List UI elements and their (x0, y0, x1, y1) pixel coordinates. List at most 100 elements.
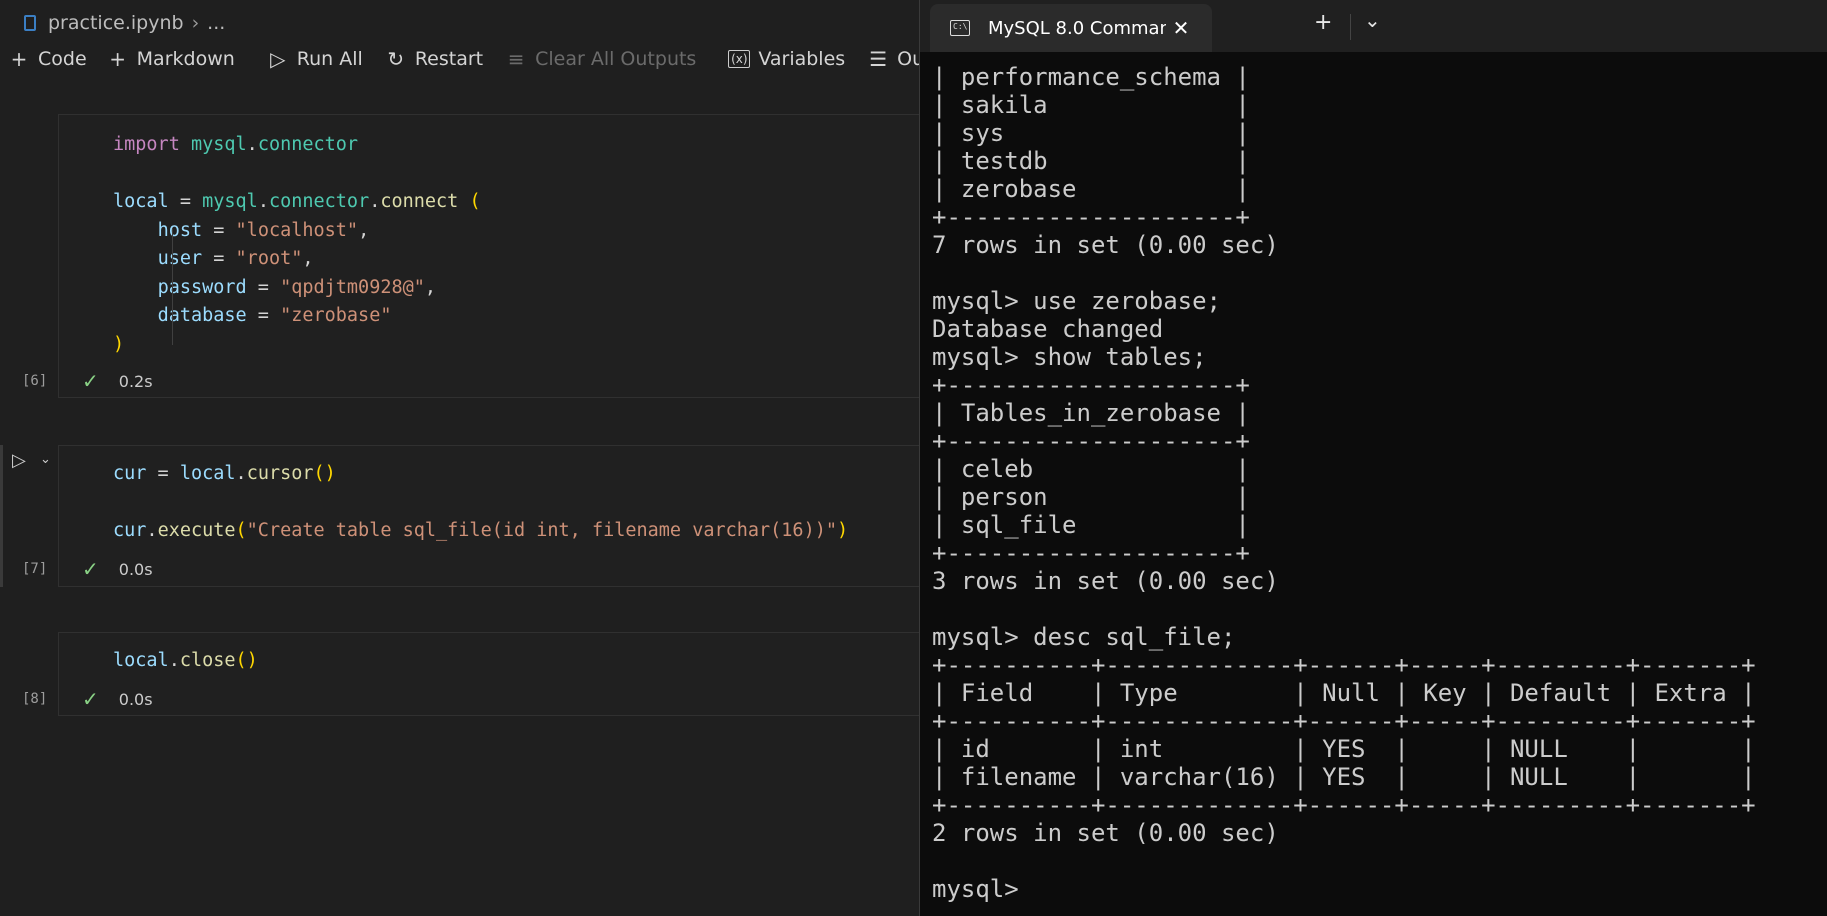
check-icon: ✓ (82, 687, 99, 711)
token: , (424, 276, 437, 298)
variables-button[interactable]: (x) Variables (728, 48, 845, 70)
plus-icon: + (109, 47, 127, 71)
terminal-tab-title: MySQL 8.0 Command Line Clie (988, 17, 1166, 39)
outline-icon: ☰ (869, 47, 888, 71)
token: local (179, 463, 236, 484)
variables-icon: (x) (728, 50, 751, 68)
token: = (246, 305, 281, 326)
token: . (369, 191, 381, 212)
run-all-icon: ▷ (270, 47, 286, 71)
token: user (157, 248, 203, 269)
cell-3-status: ✓ 0.0s (58, 684, 153, 714)
run-cell-button[interactable]: ▷ (12, 450, 26, 471)
cell-1-source[interactable]: import mysql.connector local = mysql.con… (59, 115, 919, 359)
token: () (235, 650, 258, 671)
add-markdown-label: Markdown (136, 48, 235, 70)
execution-count: [7] (22, 561, 48, 577)
new-tab-button[interactable]: + (1314, 10, 1332, 35)
outline-button[interactable]: ☰ Outlir (867, 47, 919, 71)
restart-label: Restart (414, 48, 484, 70)
breadcrumb: practice.ipynb › ... (0, 0, 919, 46)
token: connect (380, 191, 459, 212)
token: "localhost" (235, 219, 359, 241)
terminal-tab[interactable]: C:\ MySQL 8.0 Command Line Clie ✕ (930, 4, 1212, 52)
variables-label: Variables (758, 48, 846, 70)
token: local (113, 191, 169, 212)
cell-3-source[interactable]: local.close() (59, 633, 919, 676)
token: () (313, 463, 336, 484)
token: "root" (235, 248, 303, 269)
execution-time: 0.0s (118, 559, 153, 579)
indent-guide (172, 228, 173, 345)
terminal-tab-bar: C:\ MySQL 8.0 Command Line Clie ✕ + ⌄ (920, 0, 1827, 52)
clear-all-outputs-button[interactable]: ≡ Clear All Outputs (505, 47, 697, 71)
token: password (157, 276, 247, 298)
code-cell-3[interactable]: local.close() (58, 632, 919, 716)
token: ( (235, 520, 247, 541)
close-icon[interactable]: ✕ (1166, 16, 1196, 40)
add-code-label: Code (38, 48, 87, 70)
add-code-cell-button[interactable]: + Code (8, 47, 87, 71)
notebook-editor: practice.ipynb › ... + Code + Markdown ▷… (0, 0, 919, 916)
token: , (302, 248, 314, 269)
terminal-output[interactable]: | performance_schema | | sakila | | sys … (932, 63, 1756, 903)
token: connector (268, 191, 370, 212)
token: "zerobase" (280, 305, 392, 326)
breadcrumb-file[interactable]: practice.ipynb (48, 12, 184, 34)
chevron-down-icon[interactable]: ⌄ (1364, 8, 1381, 32)
token: ) (836, 520, 849, 541)
token: ) (113, 333, 125, 355)
token: , (358, 219, 370, 241)
execution-time: 0.0s (118, 689, 153, 709)
breadcrumb-more[interactable]: ... (207, 12, 225, 34)
outline-label: Outlir (897, 48, 919, 70)
run-all-label: Run All (296, 48, 363, 70)
token: = (202, 219, 236, 241)
plus-icon: + (10, 47, 28, 71)
cell-1-status: ✓ 0.2s (58, 366, 153, 396)
active-cell-indicator (0, 445, 3, 587)
token: mysql (190, 134, 247, 155)
token: = (168, 191, 203, 212)
notebook-toolbar: + Code + Markdown ▷ Run All ↻ Restart ≡ … (0, 46, 919, 72)
token: "qpdjtm0928@" (280, 276, 425, 298)
cell-2-source[interactable]: cur = local.cursor() cur.execute("Create… (59, 446, 919, 546)
token: "Create table sql_file(id int, filename … (246, 520, 837, 541)
token: = (246, 276, 281, 298)
token: . (246, 134, 258, 155)
add-markdown-cell-button[interactable]: + Markdown (107, 47, 235, 71)
chevron-right-icon: › (191, 12, 200, 34)
token: cur (113, 520, 147, 541)
code-cell-1[interactable]: import mysql.connector local = mysql.con… (58, 114, 919, 398)
token: execute (157, 520, 236, 541)
token: mysql (202, 191, 258, 212)
run-all-button[interactable]: ▷ Run All (267, 47, 363, 71)
token: connector (257, 134, 359, 155)
cell-2-status: ✓ 0.0s (58, 554, 153, 584)
execution-count: [8] (22, 691, 48, 707)
terminal-window: C:\ MySQL 8.0 Command Line Clie ✕ + ⌄ | … (919, 0, 1827, 916)
token: = (202, 248, 236, 269)
command-prompt-icon: C:\ (950, 20, 970, 36)
token: import (113, 134, 180, 155)
check-icon: ✓ (82, 369, 99, 393)
token: . (257, 191, 269, 212)
check-icon: ✓ (82, 557, 99, 581)
clear-all-outputs-label: Clear All Outputs (535, 48, 697, 70)
token: local (113, 650, 169, 671)
execution-time: 0.2s (118, 371, 153, 391)
tabbar-divider (1350, 14, 1351, 40)
code-cell-2[interactable]: cur = local.cursor() cur.execute("Create… (58, 445, 919, 587)
execution-count: [6] (22, 373, 48, 389)
token: cur (113, 463, 147, 484)
clear-outputs-icon: ≡ (507, 47, 525, 71)
token: host (157, 219, 203, 241)
notebook-file-icon (24, 15, 36, 31)
token: database (157, 305, 247, 326)
token: ( (458, 191, 481, 212)
restart-icon: ↻ (387, 47, 405, 71)
chevron-down-icon[interactable]: ⌄ (40, 452, 51, 467)
token: close (179, 650, 236, 671)
restart-button[interactable]: ↻ Restart (385, 47, 483, 71)
token: cursor (246, 463, 314, 484)
